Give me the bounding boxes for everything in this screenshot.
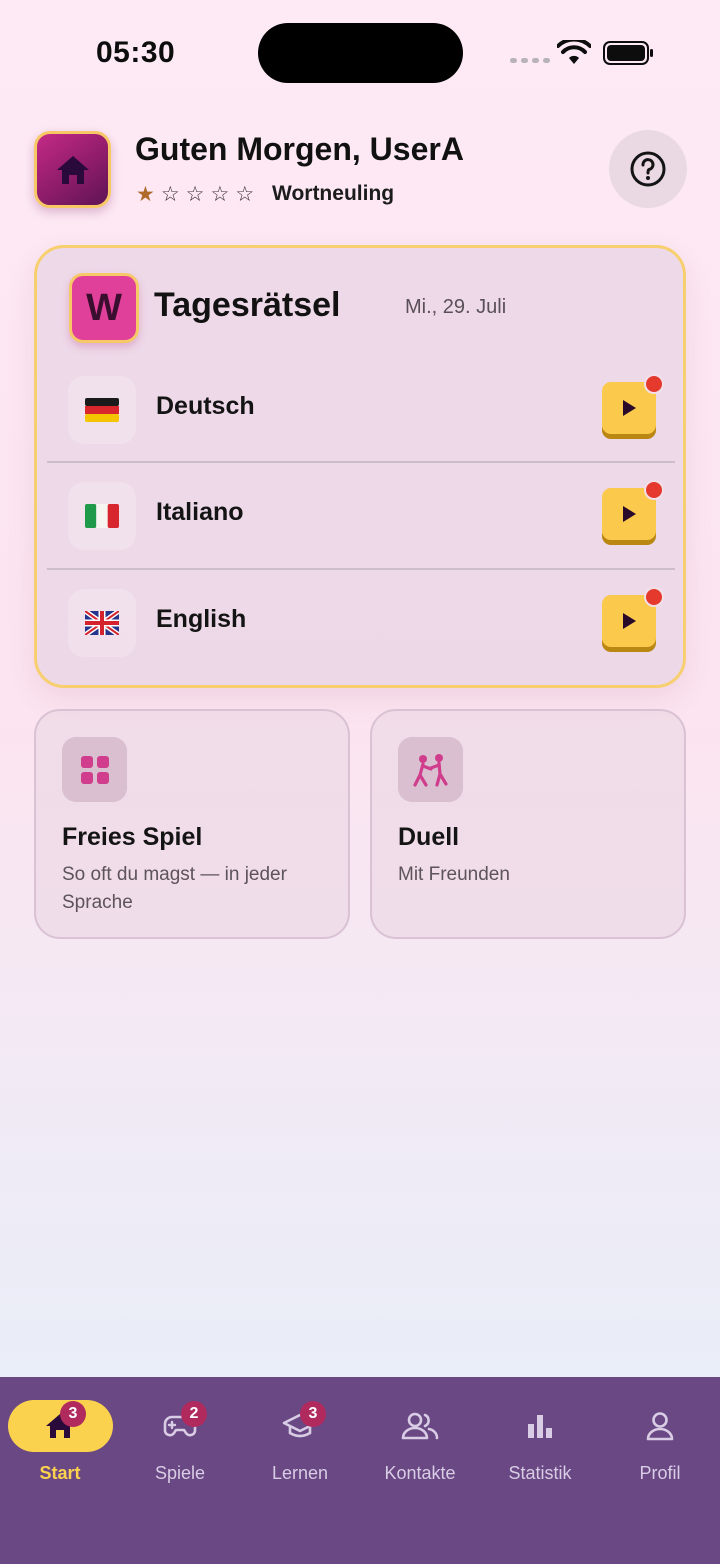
tab-badge: 3 bbox=[60, 1401, 86, 1427]
tab-label: Kontakte bbox=[384, 1463, 456, 1483]
tab-kontakte[interactable]: Kontakte bbox=[360, 1377, 480, 1487]
bar-chart-icon bbox=[528, 1415, 552, 1438]
play-button[interactable] bbox=[602, 480, 664, 540]
language-row-english[interactable]: English bbox=[47, 568, 677, 674]
grid-icon bbox=[80, 755, 109, 784]
notification-dot bbox=[644, 374, 664, 394]
wifi-icon bbox=[557, 40, 591, 64]
tab-label: Start bbox=[39, 1463, 81, 1483]
uk-flag-icon bbox=[85, 611, 119, 635]
tab-badge: 2 bbox=[181, 1401, 207, 1427]
greeting-title: Guten Morgen, UserA bbox=[135, 131, 464, 167]
question-circle-icon bbox=[630, 151, 666, 187]
daily-puzzle-title: Tagesrätsel bbox=[154, 286, 341, 324]
daily-puzzle-date: Mi., 29. Juli bbox=[405, 296, 507, 318]
free-play-title: Freies Spiel bbox=[62, 823, 203, 851]
german-flag-icon bbox=[85, 398, 119, 422]
flag-box bbox=[68, 589, 136, 657]
tab-label: Statistik bbox=[508, 1463, 572, 1483]
italian-flag-icon bbox=[85, 504, 119, 528]
daily-puzzle-logo: W bbox=[69, 273, 139, 343]
bottom-tab-bar: 3 Start 2 Spiele 3 Lernen Kontakte Stati… bbox=[0, 1377, 720, 1564]
help-button[interactable] bbox=[609, 130, 687, 208]
cellular-signal-icon bbox=[510, 58, 550, 63]
rank-label: Wortneuling bbox=[272, 182, 395, 205]
play-button[interactable] bbox=[602, 374, 664, 434]
free-play-card[interactable]: Freies Spiel So oft du magst — in jeder … bbox=[34, 709, 350, 939]
language-name: Deutsch bbox=[156, 392, 255, 420]
status-time: 05:30 bbox=[96, 36, 176, 69]
play-icon bbox=[623, 400, 636, 416]
tab-label: Spiele bbox=[154, 1463, 206, 1483]
person-icon bbox=[646, 1412, 674, 1441]
notification-dot bbox=[644, 587, 664, 607]
star-empty-icon: ☆ bbox=[235, 183, 255, 206]
play-button[interactable] bbox=[602, 587, 664, 647]
tab-start[interactable]: 3 Start bbox=[0, 1377, 120, 1487]
tab-statistik[interactable]: Statistik bbox=[480, 1377, 600, 1487]
daily-puzzle-letter: W bbox=[86, 286, 122, 329]
notification-dot bbox=[644, 480, 664, 500]
star-empty-icon: ☆ bbox=[210, 183, 230, 206]
duel-icon-box bbox=[398, 737, 463, 802]
duel-icon bbox=[412, 753, 448, 787]
flag-box bbox=[68, 482, 136, 550]
language-name: English bbox=[156, 605, 247, 633]
status-bar: 05:30 bbox=[0, 0, 720, 110]
tab-label: Lernen bbox=[271, 1463, 329, 1483]
duel-title: Duell bbox=[398, 823, 460, 851]
tab-spiele[interactable]: 2 Spiele bbox=[120, 1377, 240, 1487]
tab-profil[interactable]: Profil bbox=[600, 1377, 720, 1487]
flag-box bbox=[68, 376, 136, 444]
contacts-icon bbox=[401, 1412, 439, 1440]
tab-label: Profil bbox=[639, 1463, 681, 1483]
daily-puzzle-card: W Tagesrätsel Mi., 29. Juli Deutsch Ital… bbox=[34, 245, 686, 688]
language-name: Italiano bbox=[156, 498, 244, 526]
language-row-italiano[interactable]: Italiano bbox=[47, 461, 677, 567]
free-play-subtitle: So oft du magst — in jeder Sprache bbox=[62, 864, 287, 913]
tab-lernen[interactable]: 3 Lernen bbox=[240, 1377, 360, 1487]
star-filled-icon: ★ bbox=[136, 183, 155, 206]
star-empty-icon: ☆ bbox=[160, 183, 180, 206]
tab-badge: 3 bbox=[300, 1401, 326, 1427]
duel-card[interactable]: Duell Mit Freunden bbox=[370, 709, 686, 939]
language-row-deutsch[interactable]: Deutsch bbox=[47, 355, 677, 461]
star-empty-icon: ☆ bbox=[185, 183, 205, 206]
home-avatar-badge bbox=[34, 131, 111, 208]
dynamic-island bbox=[258, 23, 463, 83]
play-icon bbox=[623, 613, 636, 629]
play-icon bbox=[623, 506, 636, 522]
free-play-icon-box bbox=[62, 737, 127, 802]
home-icon bbox=[56, 155, 89, 184]
duel-subtitle: Mit Freunden bbox=[398, 864, 510, 885]
battery-icon bbox=[603, 41, 653, 65]
rank-stars: ★ ☆ ☆ ☆ ☆ bbox=[136, 183, 254, 207]
